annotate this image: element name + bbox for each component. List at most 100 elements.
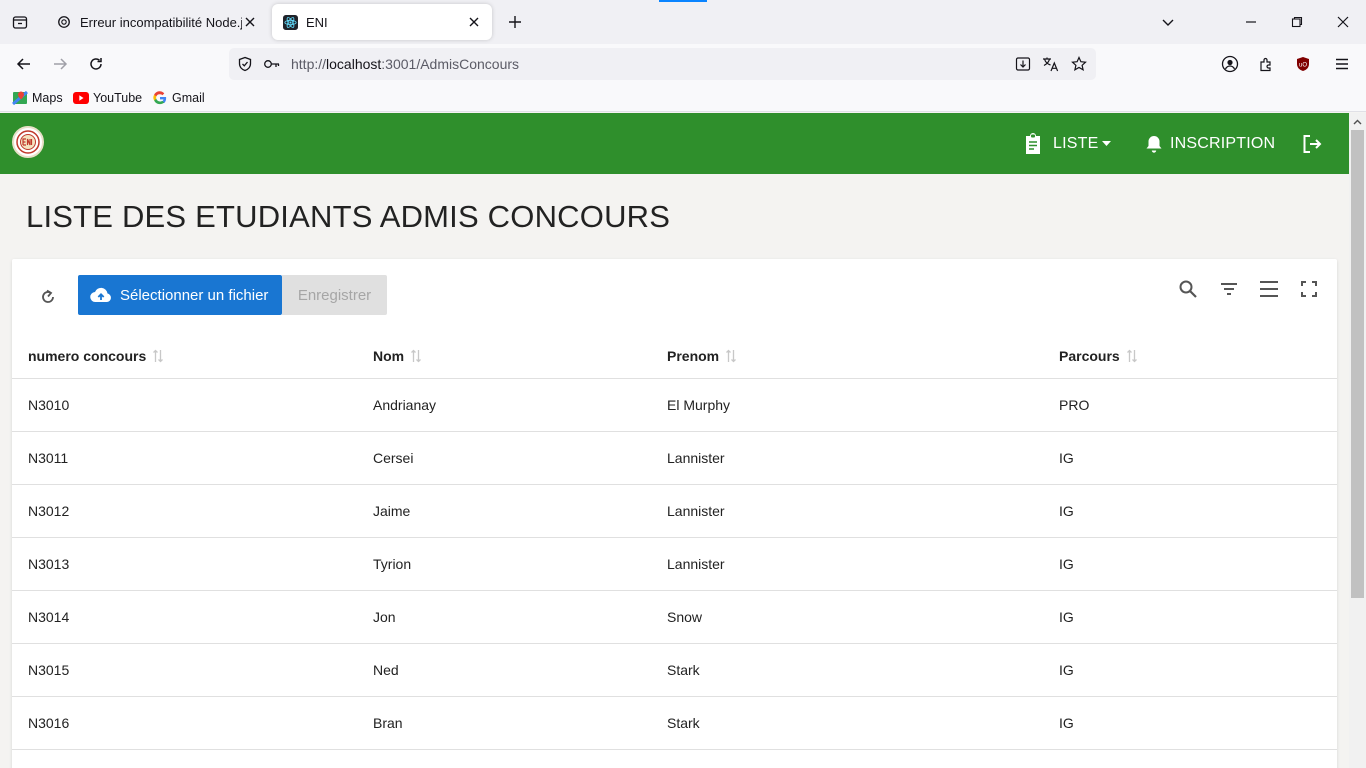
chatgpt-favicon-icon — [56, 14, 72, 30]
shield-icon[interactable] — [235, 54, 255, 74]
bookmark-star-icon[interactable] — [1069, 54, 1089, 74]
scrollbar-thumb[interactable] — [1351, 130, 1364, 598]
close-tab-icon[interactable] — [242, 14, 258, 30]
column-label: Nom — [373, 348, 405, 365]
admis-table: numero concours Nom Prenom Parcours N301… — [12, 337, 1337, 768]
cell-nom: Andrianay — [357, 378, 651, 432]
tab-bar-accent — [659, 0, 707, 2]
cell-prenom: Lannister — [651, 484, 1043, 538]
bookmark-youtube[interactable]: YouTube — [73, 90, 142, 106]
column-header-numero[interactable]: numero concours — [12, 337, 357, 379]
clipboard-icon — [1021, 132, 1045, 156]
select-file-button[interactable]: Sélectionner un fichier — [78, 275, 282, 315]
cell-nom: Jaime — [357, 484, 651, 538]
select-file-label: Sélectionner un fichier — [120, 286, 269, 304]
reload-icon[interactable] — [82, 50, 110, 78]
sort-icon[interactable] — [725, 349, 737, 366]
cell-parcours: IG — [1043, 696, 1337, 750]
bookmark-maps[interactable]: Maps — [12, 90, 63, 106]
list-all-tabs-icon[interactable] — [8, 10, 32, 34]
hamburger-menu-icon[interactable] — [1328, 50, 1356, 78]
search-icon[interactable] — [1174, 275, 1202, 303]
cell-prenom: Lannister — [651, 537, 1043, 591]
cell-parcours: IG — [1043, 643, 1337, 697]
column-header-nom[interactable]: Nom — [357, 337, 651, 379]
url-text[interactable]: http://localhost:3001/AdmisConcours — [291, 56, 519, 72]
cell-prenom: El Murphy — [651, 378, 1043, 432]
key-icon[interactable] — [262, 54, 282, 74]
sort-icon[interactable] — [152, 349, 164, 366]
cell-numero: N3014 — [12, 590, 357, 644]
cell-prenom: Snow — [651, 590, 1043, 644]
refresh-icon[interactable] — [34, 283, 62, 311]
tab-overflow-chevron-icon[interactable] — [1154, 8, 1182, 36]
minimize-icon[interactable] — [1237, 8, 1265, 36]
density-icon[interactable] — [1255, 275, 1283, 303]
address-bar[interactable]: http://localhost:3001/AdmisConcours — [229, 48, 1096, 80]
browser-tab-node-error[interactable]: Erreur incompatibilité Node.js — [46, 4, 268, 40]
table-row[interactable]: N3016 Bran Stark IG — [12, 696, 1337, 750]
extensions-icon[interactable] — [1252, 50, 1280, 78]
table-row[interactable]: N3011 Cersei Lannister IG — [12, 431, 1337, 485]
table-header-row: numero concours Nom Prenom Parcours — [12, 337, 1337, 379]
page-title: LISTE DES ETUDIANTS ADMIS CONCOURS — [26, 199, 671, 234]
browser-tab-bar: Erreur incompatibilité Node.js ENI — [0, 0, 1366, 44]
cell-numero: N3015 — [12, 643, 357, 697]
table-row[interactable]: N3010 Andrianay El Murphy PRO — [12, 378, 1337, 432]
back-arrow-icon[interactable] — [10, 50, 38, 78]
table-row[interactable]: N3012 Jaime Lannister IG — [12, 484, 1337, 538]
close-tab-icon[interactable] — [466, 14, 482, 30]
new-tab-icon[interactable] — [503, 10, 527, 34]
bookmark-label: YouTube — [93, 91, 143, 105]
url-path: :3001/AdmisConcours — [381, 56, 520, 72]
app-header: LISTE INSCRIPTION — [0, 113, 1349, 174]
close-window-icon[interactable] — [1329, 8, 1357, 36]
bookmark-gmail[interactable]: Gmail — [152, 90, 205, 106]
sort-icon[interactable] — [410, 349, 422, 366]
column-header-prenom[interactable]: Prenom — [651, 337, 1043, 379]
table-row[interactable]: N3014 Jon Snow IG — [12, 590, 1337, 644]
column-label: Parcours — [1059, 348, 1120, 365]
translate-icon[interactable] — [1041, 54, 1061, 74]
cell-parcours: IG — [1043, 484, 1337, 538]
cell-prenom: Lannister — [651, 431, 1043, 485]
filter-icon[interactable] — [1215, 275, 1243, 303]
cell-nom: Ned — [357, 643, 651, 697]
account-icon[interactable] — [1216, 50, 1244, 78]
forward-arrow-icon[interactable] — [46, 50, 74, 78]
sort-icon[interactable] — [1126, 349, 1138, 366]
cell-parcours: IG — [1043, 590, 1337, 644]
logout-button[interactable] — [1300, 129, 1332, 159]
cell-numero: N3013 — [12, 537, 357, 591]
cell-numero: N3016 — [12, 696, 357, 750]
menu-inscription[interactable]: INSCRIPTION — [1142, 129, 1275, 159]
cloud-upload-icon — [90, 284, 112, 306]
fullscreen-icon[interactable] — [1295, 275, 1323, 303]
maps-icon — [12, 90, 28, 106]
ublock-origin-icon[interactable]: uO — [1289, 50, 1317, 78]
menu-liste[interactable]: LISTE — [1021, 129, 1112, 159]
cell-nom: Jon — [357, 590, 651, 644]
restore-icon[interactable] — [1283, 8, 1311, 36]
scroll-up-arrow-icon[interactable] — [1349, 113, 1366, 130]
page-scrollbar[interactable] — [1349, 113, 1366, 768]
cell-prenom: Stark — [651, 643, 1043, 697]
column-header-parcours[interactable]: Parcours — [1043, 337, 1337, 379]
cell-nom: Tyrion — [357, 537, 651, 591]
react-favicon-icon — [282, 14, 298, 30]
cell-prenom — [651, 749, 1043, 768]
cell-parcours: IG — [1043, 537, 1337, 591]
cell-nom: Cersei — [357, 431, 651, 485]
page-viewport: LISTE INSCRIPTION LISTE DES ETUDIANTS AD… — [0, 113, 1349, 768]
table-row[interactable]: N3015 Ned Stark IG — [12, 643, 1337, 697]
save-button[interactable]: Enregistrer — [282, 275, 387, 315]
table-row[interactable] — [12, 749, 1337, 768]
table-row[interactable]: N3013 Tyrion Lannister IG — [12, 537, 1337, 591]
svg-text:uO: uO — [1299, 63, 1307, 69]
cell-parcours — [1043, 749, 1337, 768]
eni-logo[interactable] — [12, 126, 44, 158]
table-card: Sélectionner un fichier Enregistrer nume — [12, 259, 1337, 768]
tab-title: Erreur incompatibilité Node.js — [80, 14, 242, 30]
browser-tab-eni[interactable]: ENI — [272, 4, 492, 40]
download-page-icon[interactable] — [1013, 54, 1033, 74]
